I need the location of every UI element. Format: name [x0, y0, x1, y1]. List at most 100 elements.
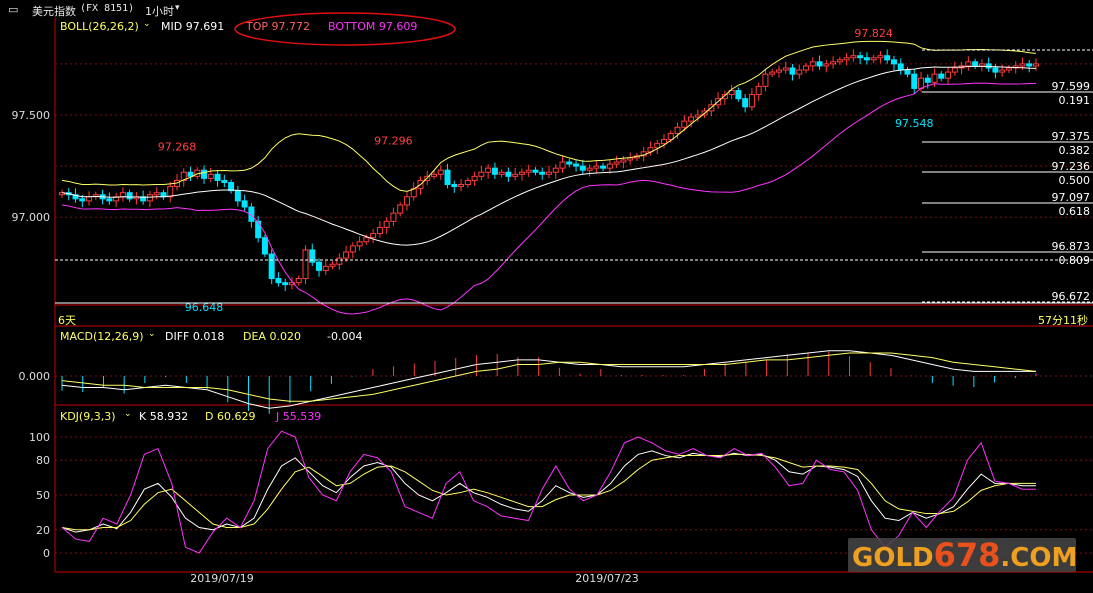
boll-bottom-line	[61, 82, 1037, 315]
fib-ratio-label: 0.500	[1059, 174, 1091, 187]
candle-body	[951, 67, 958, 73]
fib-price-label: 96.672	[1052, 290, 1091, 303]
candle-body	[681, 120, 688, 128]
candle-body	[735, 89, 742, 100]
candle-body	[349, 245, 356, 253]
candle-body	[241, 200, 248, 208]
candle-body	[809, 61, 816, 67]
candle-body	[911, 73, 918, 89]
candle-body	[890, 59, 897, 65]
candle-body	[376, 226, 383, 235]
candle-body	[620, 159, 627, 163]
candle-body	[255, 220, 262, 239]
candle-body	[214, 173, 221, 181]
candle-body	[978, 63, 985, 67]
candle-body	[363, 237, 370, 243]
candle-body	[579, 165, 586, 171]
candle-body	[525, 169, 532, 173]
candle-body	[546, 171, 552, 175]
candle-body	[539, 171, 546, 175]
candle-body	[877, 55, 884, 59]
candle-body	[606, 163, 613, 169]
kdj-y-tick-label: 100	[29, 431, 50, 444]
candle-body	[836, 59, 843, 63]
candle-body	[904, 69, 911, 75]
price-annotation: 97.296	[374, 135, 413, 148]
candle-body	[336, 257, 343, 265]
candle-body	[660, 139, 667, 145]
macd-y-tick-label: 0.000	[19, 370, 51, 383]
candle-body	[221, 179, 228, 183]
x-tick-label: 2019/07/23	[575, 572, 638, 585]
candle-body	[234, 190, 241, 202]
candle-body	[843, 57, 850, 61]
candle-body	[918, 77, 925, 89]
candle-body	[755, 85, 762, 96]
kdj-y-tick-label: 0	[43, 547, 50, 560]
candle-body	[512, 173, 519, 177]
kdj-y-tick-label: 80	[36, 454, 50, 467]
candle-body	[782, 67, 789, 71]
candle-body	[857, 55, 864, 59]
candle-body	[275, 278, 282, 284]
candle-body	[403, 196, 410, 206]
kdj-d-line	[61, 453, 1036, 531]
candle-body	[458, 184, 465, 188]
candle-body	[945, 71, 952, 79]
macd-dea-line	[61, 352, 1037, 402]
candle-body	[146, 194, 153, 202]
candle-body	[830, 61, 837, 65]
candle-body	[485, 167, 492, 173]
candle-body	[593, 165, 600, 169]
boll-mid-line	[61, 65, 1037, 246]
candle-body	[796, 69, 803, 75]
candle-body	[884, 55, 891, 61]
candle-body	[302, 249, 309, 280]
x-tick-label: 2019/07/19	[190, 572, 253, 585]
candle-body	[383, 220, 390, 228]
candle-body	[532, 169, 539, 173]
candle-body	[119, 192, 126, 198]
candle-body	[478, 171, 485, 177]
candle-body	[370, 233, 377, 239]
candle-body	[999, 69, 1006, 73]
watermark-logo: GOLD678.COM	[848, 538, 1077, 573]
candle-body	[153, 192, 160, 196]
fib-price-label: 97.236	[1052, 160, 1091, 173]
fib-price-label: 97.599	[1052, 80, 1091, 93]
candle-body	[356, 241, 363, 247]
candle-body	[444, 169, 451, 186]
candle-body	[295, 278, 302, 284]
candle-body	[329, 263, 336, 267]
kdj-y-tick-label: 50	[36, 489, 50, 502]
candle-body	[816, 61, 823, 67]
candle-body	[282, 282, 289, 286]
candle-body	[850, 55, 857, 59]
candle-body	[775, 69, 782, 73]
candle-body	[559, 161, 566, 169]
candle-body	[803, 65, 810, 71]
chart-canvas[interactable]: 97.50097.00097.26896.64897.29697.82497.5…	[0, 0, 1093, 593]
candle-body	[518, 171, 525, 175]
candle-body	[228, 181, 235, 192]
candle-body	[742, 98, 749, 108]
kdj-y-tick-label: 20	[36, 524, 50, 537]
candle-body	[471, 175, 478, 181]
macd-diff-line	[61, 350, 1036, 409]
candle-body	[316, 261, 323, 271]
y-tick-label: 97.000	[12, 211, 51, 224]
y-tick-label: 97.500	[12, 109, 51, 122]
candle-body	[505, 171, 512, 177]
candle-body	[985, 63, 992, 69]
price-annotation: 97.824	[854, 27, 893, 40]
candle-body	[762, 73, 769, 87]
candle-body	[938, 73, 945, 79]
candle-body	[1005, 67, 1012, 71]
candle-body	[431, 173, 438, 177]
candle-body	[769, 71, 776, 75]
candle-body	[106, 198, 113, 202]
candle-body	[126, 192, 133, 200]
kdj-j-line	[61, 430, 1036, 554]
candle-body	[187, 171, 194, 177]
candle-body	[654, 143, 661, 149]
